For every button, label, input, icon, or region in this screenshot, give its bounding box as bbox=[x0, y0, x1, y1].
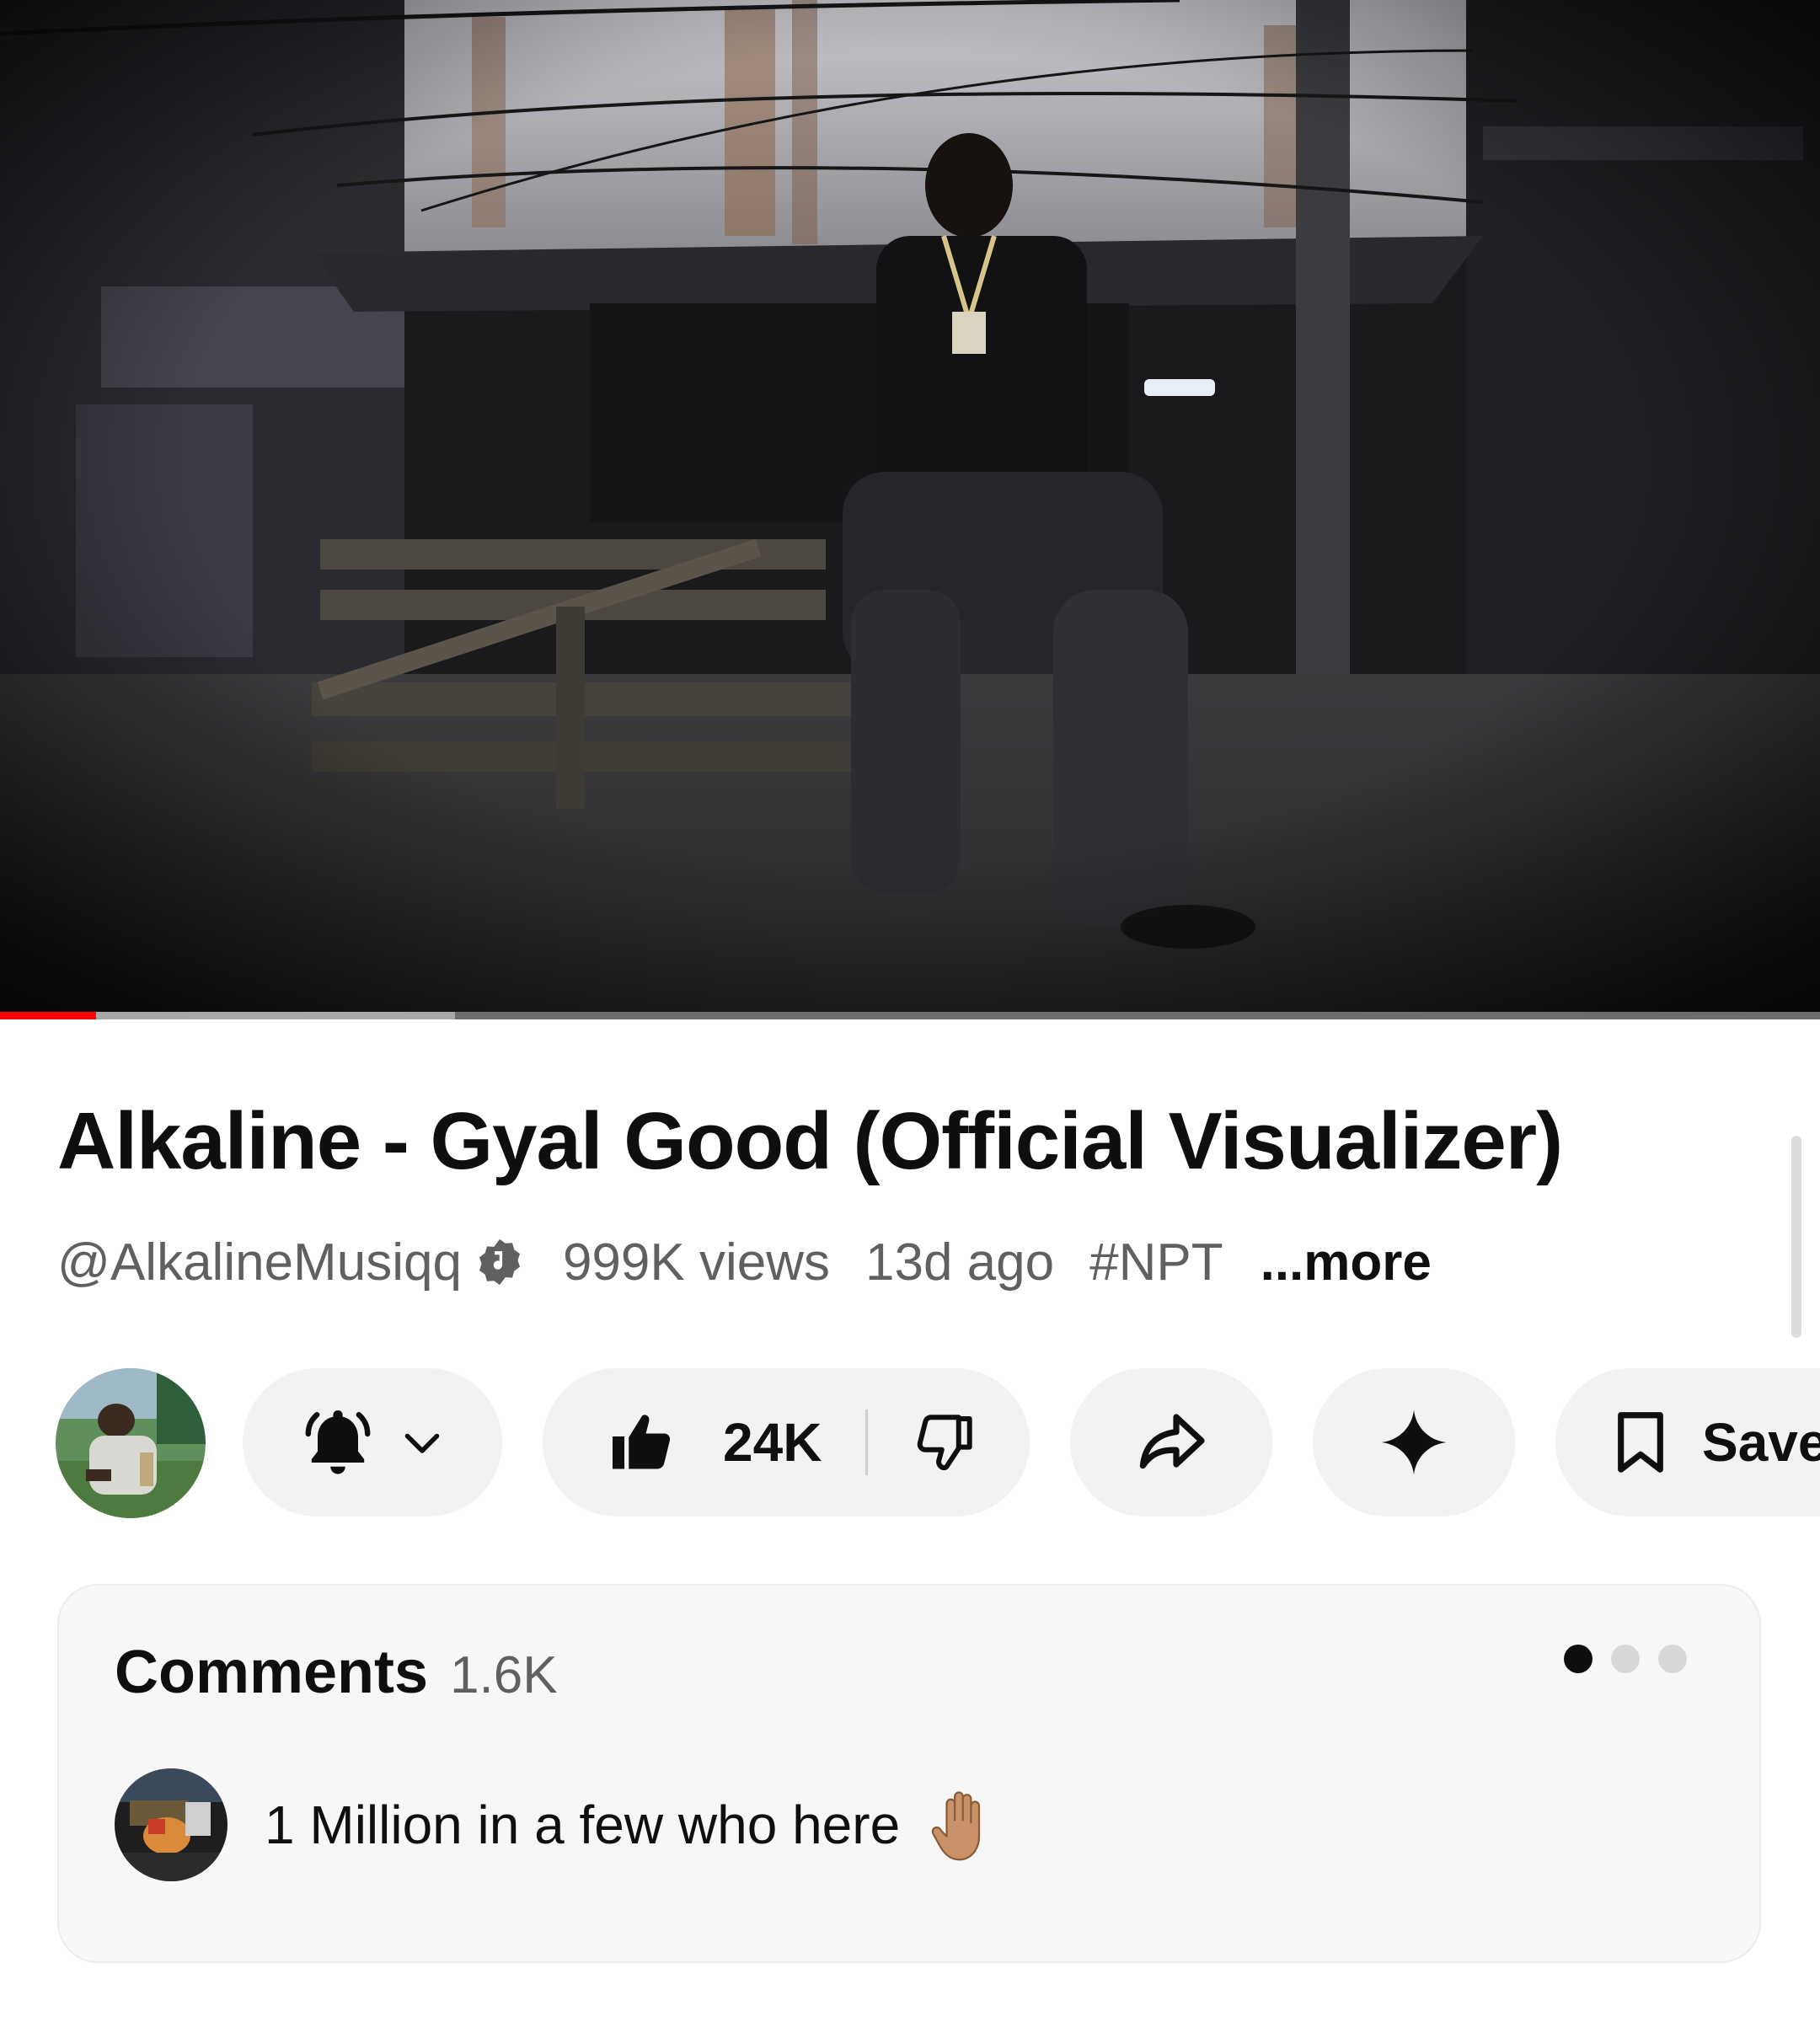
carousel-dots bbox=[1564, 1645, 1687, 1673]
sparkle-icon bbox=[1381, 1410, 1447, 1475]
music-note-verified-icon bbox=[479, 1238, 520, 1286]
more-description-link[interactable]: ...more bbox=[1261, 1233, 1432, 1292]
channel-avatar-image bbox=[56, 1368, 206, 1518]
top-comment[interactable]: 1 Million in a few who here bbox=[115, 1768, 998, 1882]
video-player[interactable] bbox=[0, 0, 1820, 1019]
save-button[interactable]: Save bbox=[1555, 1368, 1820, 1516]
scrollbar[interactable] bbox=[1791, 1136, 1801, 1338]
commenter-avatar-image bbox=[115, 1768, 228, 1881]
channel-handle[interactable]: @AlkalineMusiqq bbox=[57, 1233, 462, 1292]
subscribe-notification-button[interactable] bbox=[243, 1368, 502, 1516]
ask-ai-button[interactable] bbox=[1313, 1368, 1515, 1516]
bookmark-icon bbox=[1618, 1412, 1663, 1473]
thumbs-up-icon[interactable] bbox=[607, 1407, 677, 1478]
video-meta[interactable]: @AlkalineMusiqq 999K views 13d ago #NPT … bbox=[57, 1228, 1432, 1296]
video-title[interactable]: Alkaline - Gyal Good (Official Visualize… bbox=[57, 1095, 1563, 1188]
chevron-down-icon bbox=[404, 1433, 440, 1453]
comments-title: Comments bbox=[115, 1639, 429, 1706]
progress-bar[interactable] bbox=[0, 1012, 1820, 1019]
like-dislike-group[interactable]: 24K bbox=[543, 1368, 1030, 1516]
share-button[interactable] bbox=[1070, 1368, 1272, 1516]
comments-count: 1.6K bbox=[450, 1646, 558, 1704]
comments-header: Comments 1.6K bbox=[115, 1638, 558, 1707]
comments-teaser-card[interactable]: Comments 1.6K 1 Million in a few who her… bbox=[57, 1584, 1761, 1963]
hashtag-link[interactable]: #NPT bbox=[1089, 1233, 1223, 1292]
bell-icon bbox=[305, 1410, 371, 1474]
thumbs-down-icon[interactable] bbox=[910, 1407, 981, 1478]
carousel-dot bbox=[1611, 1645, 1640, 1673]
like-divider bbox=[865, 1410, 869, 1475]
view-count: 999K views bbox=[562, 1233, 830, 1292]
carousel-dot bbox=[1564, 1645, 1592, 1673]
video-frame bbox=[0, 0, 1820, 1019]
carousel-dot bbox=[1658, 1645, 1687, 1673]
commenter-avatar[interactable] bbox=[115, 1768, 228, 1881]
raised-hand-icon bbox=[931, 1791, 981, 1861]
comment-text: 1 Million in a few who here bbox=[265, 1795, 901, 1855]
save-label: Save bbox=[1702, 1412, 1820, 1473]
channel-avatar[interactable] bbox=[56, 1368, 206, 1518]
share-arrow-icon bbox=[1139, 1414, 1205, 1469]
upload-age: 13d ago bbox=[865, 1233, 1055, 1292]
played-bar bbox=[0, 1012, 97, 1019]
like-count: 24K bbox=[723, 1412, 822, 1473]
